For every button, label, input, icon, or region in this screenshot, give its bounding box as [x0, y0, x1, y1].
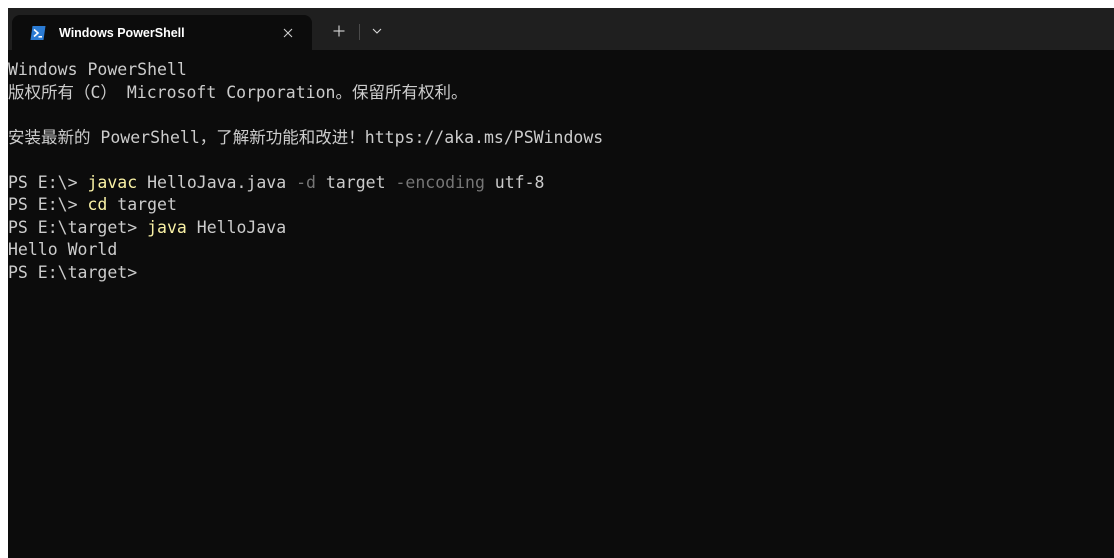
command-arg: target — [107, 195, 177, 214]
command-param: -d — [296, 172, 316, 192]
banner-line-1: Windows PowerShell — [8, 60, 187, 79]
command-param: -encoding — [395, 172, 485, 192]
title-bar: Windows PowerShell — [8, 8, 1114, 50]
command-arg: HelloJava.java — [137, 172, 297, 192]
prompt: PS E:\> — [8, 172, 88, 192]
command-line-javac: PS E:\> javac HelloJava.java -d target -… — [8, 172, 1114, 195]
program-output: Hello World — [8, 240, 118, 259]
final-prompt: PS E:\target> — [8, 262, 138, 282]
close-icon — [283, 28, 293, 38]
command-line-java: PS E:\target> java HelloJava — [8, 217, 1114, 240]
prompt: PS E:\> — [8, 195, 88, 214]
command-arg: target — [315, 172, 396, 192]
tab-title: Windows PowerShell — [59, 25, 185, 40]
command-name: java — [147, 217, 187, 237]
tab-windows-powershell[interactable]: Windows PowerShell — [12, 15, 312, 50]
command-arg: utf-8 — [484, 172, 545, 192]
chevron-down-icon — [372, 28, 382, 34]
tab-separator — [359, 24, 360, 40]
terminal-output[interactable]: Windows PowerShell 版权所有（C） Microsoft Cor… — [8, 50, 1114, 558]
terminal-window: Windows PowerShell Windows PowerShell 版权… — [0, 0, 1114, 558]
plus-icon — [333, 25, 345, 37]
command-arg: HelloJava — [186, 217, 287, 237]
tab-dropdown-button[interactable] — [365, 19, 389, 43]
command-line-cd: PS E:\> cd target — [8, 194, 1114, 217]
banner-line-2: 版权所有（C） Microsoft Corporation。保留所有权利。 — [8, 82, 468, 102]
new-tab-button[interactable] — [327, 19, 351, 43]
command-name: javac — [87, 172, 138, 192]
prompt: PS E:\target> — [8, 217, 148, 237]
command-name: cd — [87, 195, 108, 214]
close-tab-button[interactable] — [278, 23, 298, 43]
banner-line-3: 安装最新的 PowerShell，了解新功能和改进！https://aka.ms… — [8, 127, 604, 147]
powershell-icon — [30, 25, 46, 41]
